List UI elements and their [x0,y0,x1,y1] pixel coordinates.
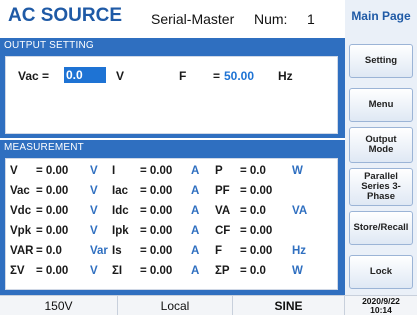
menu-button[interactable]: Menu [349,88,413,122]
measure-value: = 0.00 [140,165,173,177]
range-status: 150V [0,296,118,315]
time-label: 10:14 [370,305,392,315]
measure-value: = 0.00 [36,225,69,237]
f-eq: = [213,69,221,83]
output-mode-button[interactable]: Output Mode [349,127,413,163]
measure-label: Vpk [10,225,32,237]
measure-unit: A [191,205,200,217]
measure-value: = 0.00 [140,225,173,237]
measure-unit: A [191,185,200,197]
control-status: Local [118,296,233,315]
measure-label: Ipk [112,225,129,237]
output-setting-title: OUTPUT SETTING [4,40,94,51]
measure-value: = 0.00 [36,165,69,177]
num-value: 1 [307,11,315,27]
vac-label: Vac = [18,69,50,83]
measure-value: = 0.00 [240,225,273,237]
status-bar: 150V Local SINE 2020/9/22 10:14 [0,295,417,315]
measure-value: = 0.0 [240,265,266,277]
measure-unit: V [90,225,98,237]
measure-label: I [112,165,116,177]
measure-unit: V [90,185,98,197]
f-unit: Hz [278,69,293,83]
measure-label: P [215,165,223,177]
measure-unit: W [292,265,303,277]
measure-label: Vac [10,185,30,197]
measure-label: CF [215,225,231,237]
num-label: Num: [254,11,288,27]
date-time: 2020/9/22 10:14 [345,296,417,315]
top-bar: AC SOURCE Serial-Master Num: 1 [0,0,345,34]
measure-unit: W [292,165,303,177]
measure-label: Iac [112,185,128,197]
measure-label: V [10,165,18,177]
f-label: F [179,69,187,83]
measure-unit: Var [90,245,108,257]
measure-unit: V [90,165,98,177]
measure-value: = 0.00 [240,245,273,257]
measure-unit: VA [292,205,308,217]
measure-value: = 0.00 [140,185,173,197]
vac-unit: V [116,69,125,83]
measure-value: = 0.00 [140,265,173,277]
measure-value: = 0.00 [36,265,69,277]
f-input[interactable]: 50.00 [224,69,254,83]
store-recall-button[interactable]: Store/Recall [349,211,413,245]
measure-label: Vdc [10,205,32,217]
measure-unit: A [191,265,200,277]
setting-button[interactable]: Setting [349,44,413,78]
measure-label: Is [112,245,122,257]
measure-value: = 0.00 [36,205,69,217]
measurement-title: MEASUREMENT [4,142,84,153]
measure-label: VA [215,205,231,217]
measure-value: = 0.00 [36,185,69,197]
app-title: AC SOURCE [8,5,123,26]
measurement-section: MEASUREMENT V = 0.00 V I = 0.00 A P = 0.0 W Vac = … [0,140,345,295]
output-setting-section: OUTPUT SETTING Vac = 0.0 V F = 50.00 Hz [0,38,345,138]
measurement-panel: V = 0.00 V I = 0.00 A P = 0.0 W Vac = 0.00 V Iac = 0.… [5,158,338,290]
main-page-label: Main Page [351,9,411,23]
measure-unit: Hz [292,245,307,257]
measure-unit: A [191,245,200,257]
waveform-status: SINE [233,296,345,315]
vac-input[interactable]: 0.0 [64,67,106,83]
measure-label: ΣP [215,265,230,277]
main-area: AC SOURCE Serial-Master Num: 1 OUTPUT SE… [0,0,345,295]
parallel-series-button[interactable]: Parallel Series 3-Phase [349,168,413,206]
measure-unit: A [191,165,200,177]
measure-value: = 0.00 [140,245,173,257]
lock-button[interactable]: Lock [349,255,413,289]
measure-label: PF [215,185,230,197]
measure-label: F [215,245,223,257]
measure-unit: V [90,205,98,217]
measure-unit: A [191,225,200,237]
measure-value: = 0.0 [240,205,266,217]
measure-label: ΣI [112,265,123,277]
measure-unit: V [90,265,98,277]
measure-label: Idc [112,205,129,217]
measure-value: = 0.0 [240,165,266,177]
measure-label: ΣV [10,265,25,277]
measure-value: = 0.00 [240,185,273,197]
mode-label: Serial-Master [151,11,235,27]
measure-value: = 0.0 [36,245,62,257]
measure-value: = 0.00 [140,205,173,217]
output-setting-panel: Vac = 0.0 V F = 50.00 Hz [5,56,338,134]
measure-label: VAR [10,245,34,257]
